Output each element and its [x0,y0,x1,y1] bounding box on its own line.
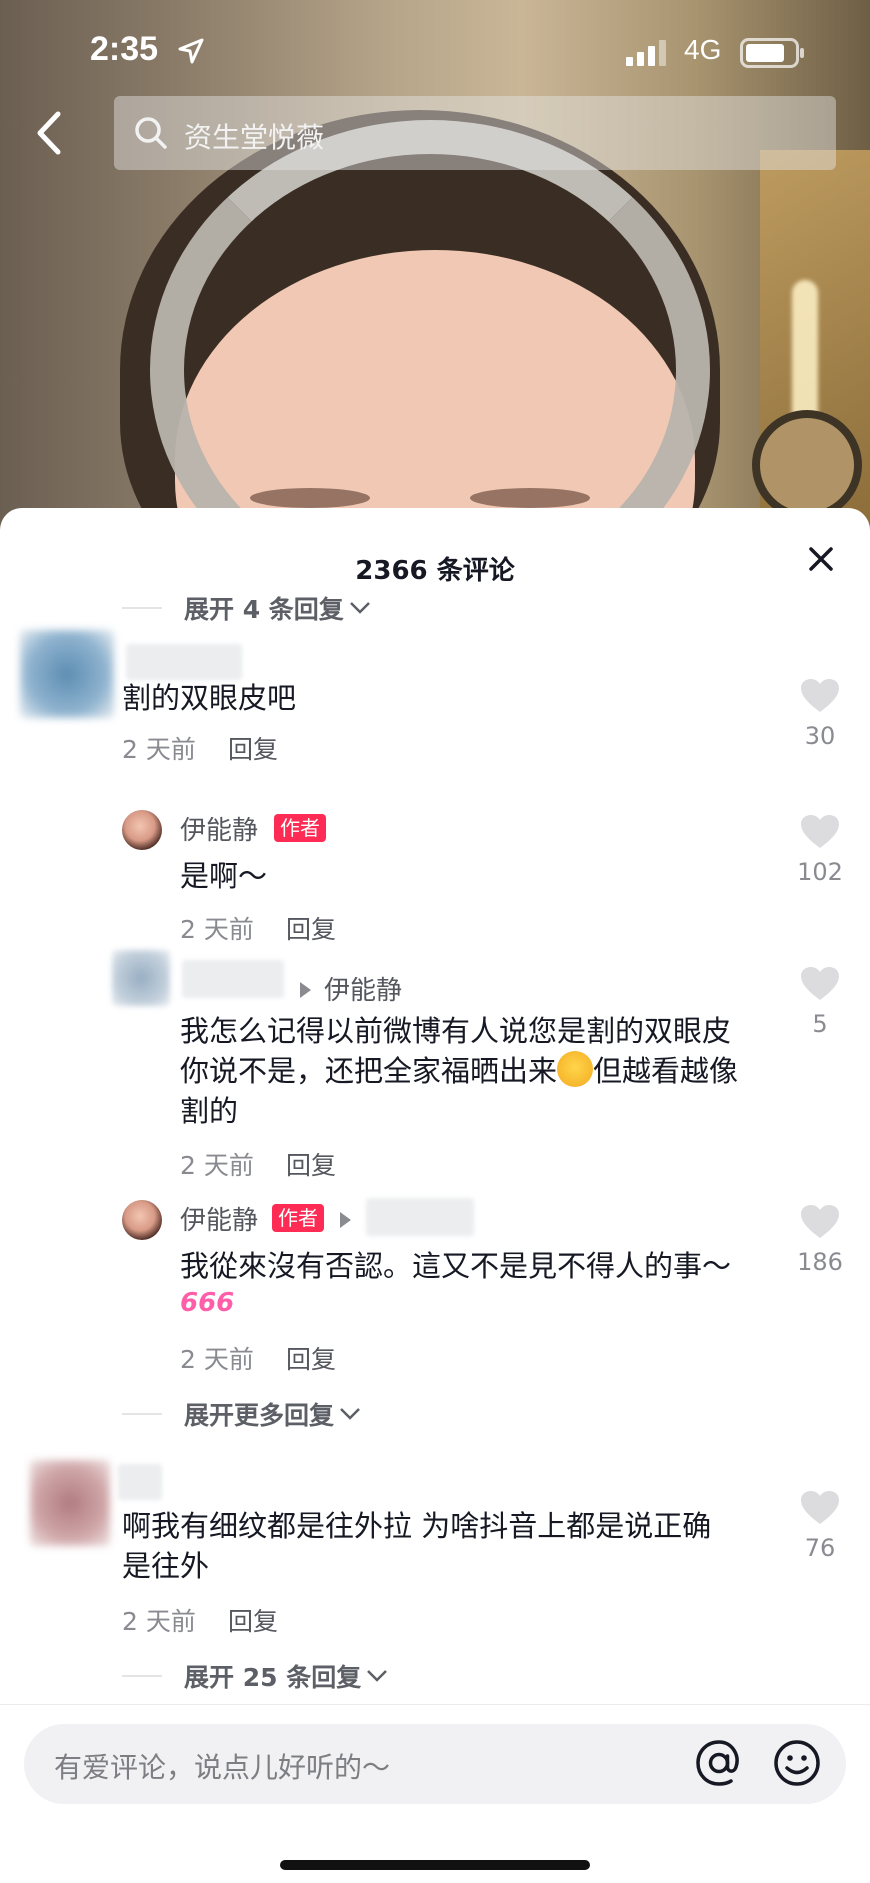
reply-text-line: 割的 [180,1094,239,1128]
expand-divider [122,1413,162,1415]
video-background[interactable] [0,0,870,560]
video-brow-right [470,488,590,508]
battery-icon [740,38,804,68]
author-badge: 作者 [274,814,326,842]
chevron-down-icon [367,1670,388,1682]
network-type: 4G [684,34,722,65]
comment-time: 2 天前 [122,735,196,764]
comment-text-line: 是往外 [122,1549,210,1583]
like-count: 30 [804,722,836,750]
reply-text-part: 但越看越像 [593,1054,739,1088]
username-blurred[interactable] [366,1198,474,1236]
heart-icon[interactable] [800,814,840,850]
reply-to-arrow [340,1212,351,1228]
like-count: 186 [797,1248,843,1276]
heart-icon[interactable] [800,1204,840,1240]
background-mirror [752,410,862,520]
like-count: 76 [804,1534,836,1562]
reply-button[interactable]: 回复 [286,1340,336,1376]
reply-text: 是啊～ [180,859,268,893]
reply-text: 我從來沒有否認。這又不是見不得人的事～ [180,1249,732,1283]
close-icon[interactable] [806,544,836,574]
expand-replies-label: 展开 4 条回复 [184,595,344,624]
reply-button[interactable]: 回复 [286,1146,336,1182]
comment-text: 割的双眼皮吧 [122,681,297,715]
comment-input-placeholder: 有爱评论，说点儿好听的～ [54,1751,391,1784]
author-avatar[interactable] [122,1200,162,1240]
expand-divider [122,1675,162,1677]
avatar[interactable] [112,950,170,1006]
expand-replies-label: 展开 25 条回复 [184,1663,362,1692]
heart-icon[interactable] [800,678,840,714]
author-name[interactable]: 伊能静 [180,1200,258,1237]
reply-time: 2 天前 [180,915,254,944]
like-count: 102 [797,858,843,886]
reply-text-line: 我怎么记得以前微博有人说您是割的双眼皮 [180,1014,732,1048]
signal-icon [626,40,666,66]
reply-to-name[interactable]: 伊能静 [324,970,402,1007]
laughing-crying-emoji-icon [557,1051,594,1087]
reply-text-line: 你说不是，还把全家福晒出来 但越看越像 [180,1051,738,1092]
author-name[interactable]: 伊能静 [180,810,258,847]
chevron-down-icon [349,602,370,614]
home-indicator[interactable] [280,1860,590,1870]
avatar[interactable] [30,1460,110,1546]
chevron-down-icon [340,1408,360,1420]
heart-icon[interactable] [800,1490,840,1526]
comment-sheet: 2366 条评论 展开 4 条回复 割的双眼皮吧 2 天前 回复 30 伊能静 … [0,508,870,1883]
sticker-666: 666 [180,1288,235,1318]
reply-time: 2 天前 [180,1151,254,1180]
heart-icon[interactable] [800,966,840,1002]
back-chevron-icon[interactable] [30,108,70,158]
emoji-smile-icon[interactable] [772,1738,822,1788]
like-count: 5 [812,1010,828,1038]
location-arrow-icon [178,38,204,64]
video-brow-left [250,488,370,508]
avatar[interactable] [20,630,114,718]
comment-input[interactable]: 有爱评论，说点儿好听的～ [24,1724,846,1804]
comment-count-title: 2366 条评论 [355,556,515,586]
username-blurred[interactable] [182,960,284,998]
username-blurred[interactable] [126,644,242,680]
search-query: 资生堂悦薇 [184,121,325,154]
input-divider [0,1704,870,1705]
expand-replies-button[interactable]: 展开 25 条回复 [122,1658,389,1694]
author-avatar[interactable] [122,810,162,850]
author-badge: 作者 [272,1204,324,1232]
reply-text-part: 你说不是，还把全家福晒出来 [180,1054,558,1088]
reply-button[interactable]: 回复 [228,1602,278,1638]
reply-button[interactable]: 回复 [286,910,336,946]
expand-divider [122,607,162,609]
reply-button[interactable]: 回复 [228,730,278,766]
expand-more-replies-button[interactable]: 展开更多回复 [122,1396,362,1432]
reply-to-arrow [300,982,311,998]
username-blurred[interactable] [118,1464,162,1500]
at-mention-icon[interactable] [692,1736,746,1790]
status-time: 2:35 [90,30,159,68]
search-icon [135,117,167,149]
expand-more-label: 展开更多回复 [184,1401,335,1430]
comment-time: 2 天前 [122,1607,196,1636]
reply-time: 2 天前 [180,1345,254,1374]
expand-replies-button[interactable]: 展开 4 条回复 [122,590,372,626]
search-box[interactable]: 资生堂悦薇 [114,96,836,170]
comment-text-line: 啊我有细纹都是往外拉 为啥抖音上都是说正确 [122,1509,712,1543]
